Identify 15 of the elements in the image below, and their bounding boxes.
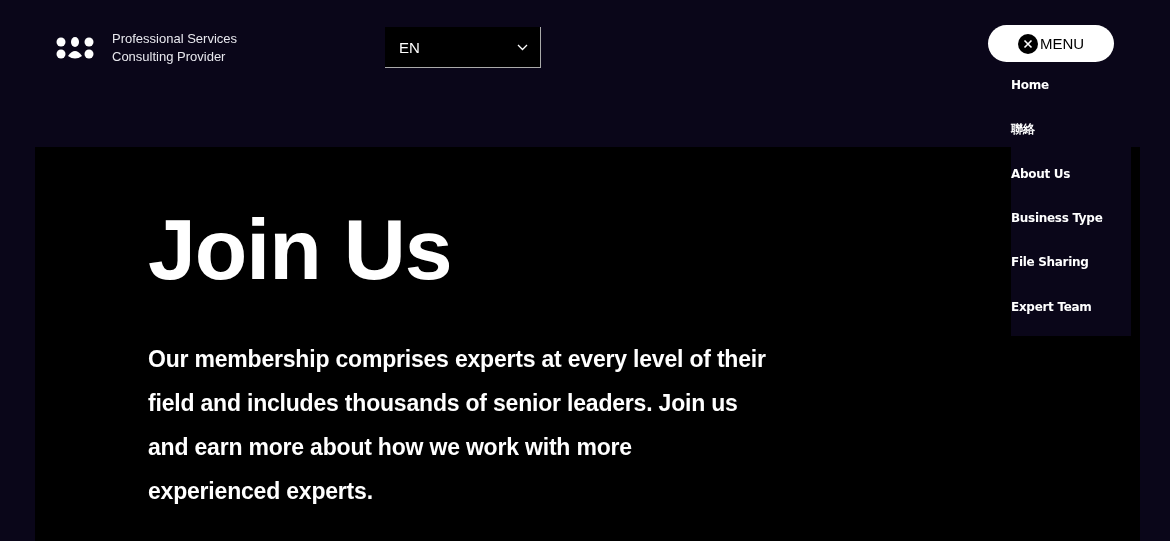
menu-item[interactable]: Business Type bbox=[1011, 203, 1131, 248]
menu-item[interactable]: About Us bbox=[1011, 158, 1131, 203]
hero-text: Our membership comprises experts at every level of their field and includes thousands of senior leaders. Join us and earn more about how we work with more experienced experts. bbox=[148, 345, 767, 506]
brand-tagline: Consulting Provider bbox=[112, 48, 227, 66]
menu-item[interactable]: 聯絡 bbox=[1011, 114, 1131, 159]
language-dropdown[interactable]: EN bbox=[385, 27, 541, 68]
logo-icon bbox=[56, 36, 94, 60]
brand-name: Professional Services bbox=[112, 30, 237, 48]
hero-title: Join Us bbox=[148, 200, 452, 299]
menu-item[interactable]: File Sharing bbox=[1011, 247, 1131, 292]
chevron-down-icon bbox=[517, 43, 528, 51]
menu-item[interactable]: Home bbox=[1011, 70, 1131, 115]
menu-item[interactable]: Expert Team bbox=[1011, 291, 1131, 336]
menu-button[interactable]: MENU bbox=[988, 25, 1114, 62]
close-icon bbox=[1017, 33, 1038, 54]
